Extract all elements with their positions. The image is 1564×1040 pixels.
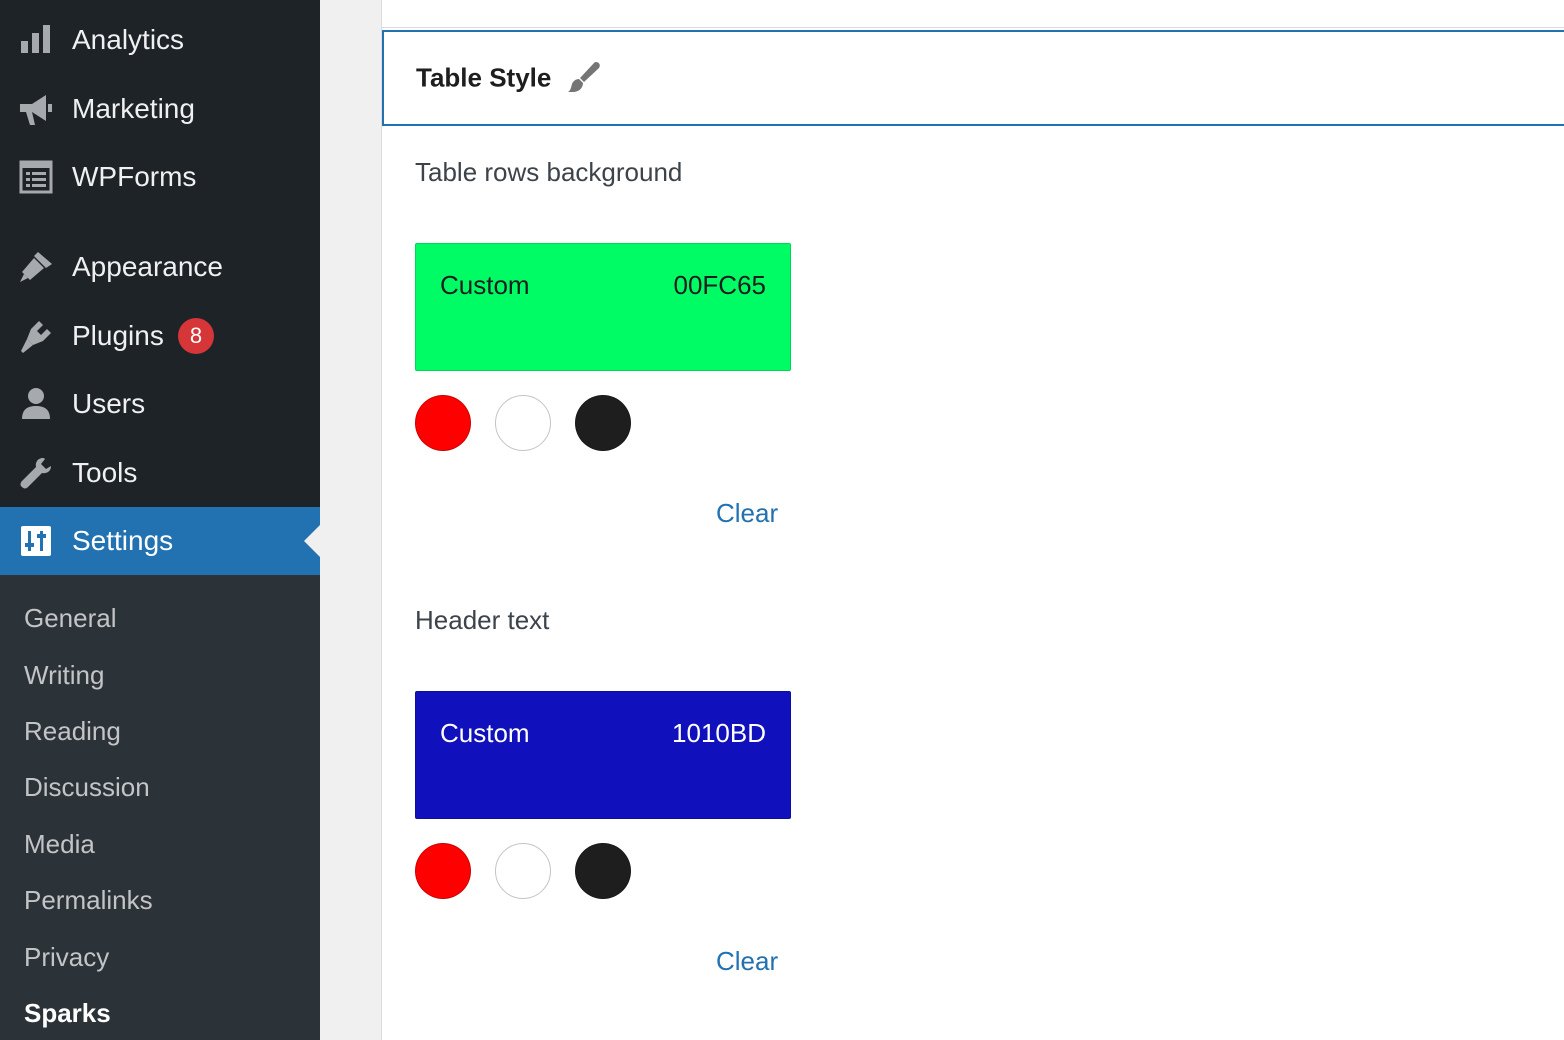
menu-label: Settings <box>72 525 174 556</box>
paintbrush-icon <box>18 249 54 285</box>
bar-chart-icon <box>18 22 54 58</box>
clear-rows-background-button[interactable]: Clear <box>716 498 778 529</box>
menu-label: Plugins <box>72 320 164 351</box>
header-text-label: Header text <box>415 605 550 635</box>
swatch-hex-value: 00FC65 <box>673 270 767 300</box>
swatch-name: Custom <box>440 718 530 748</box>
settings-panel: Table Style Table rows background Custom… <box>381 0 1564 1040</box>
menu-item-tools[interactable]: Tools <box>0 439 320 507</box>
active-indicator <box>304 525 320 557</box>
menu-label: Tools <box>72 457 138 488</box>
menu-label: WPForms <box>72 161 197 192</box>
header-text-color-swatch[interactable]: Custom 1010BD <box>415 691 791 819</box>
menu-label: Users <box>72 388 146 419</box>
menu-item-plugins[interactable]: Plugins 8 <box>0 302 320 370</box>
rows-background-color-swatch[interactable]: Custom 00FC65 <box>415 243 791 371</box>
user-icon <box>18 386 54 422</box>
submenu-permalinks[interactable]: Permalinks <box>24 887 153 913</box>
preset-color-white[interactable] <box>495 395 551 451</box>
panel-top-section <box>382 0 1564 28</box>
swatch-hex-value: 1010BD <box>672 718 766 748</box>
update-count-badge: 8 <box>178 318 214 354</box>
submenu-sparks[interactable]: Sparks <box>24 1000 111 1026</box>
submenu-privacy[interactable]: Privacy <box>24 944 109 970</box>
menu-label: Marketing <box>72 93 195 124</box>
menu-item-analytics[interactable]: Analytics <box>0 6 320 74</box>
menu-item-wpforms[interactable]: WPForms <box>0 143 320 211</box>
plug-icon <box>18 318 54 354</box>
wrench-icon <box>18 455 54 491</box>
submenu-discussion[interactable]: Discussion <box>24 774 150 800</box>
menu-item-marketing[interactable]: Marketing <box>0 75 320 143</box>
brush-icon <box>566 60 602 96</box>
submenu-general[interactable]: General <box>24 605 117 631</box>
menu-label: Analytics <box>72 24 185 55</box>
preset-color-red[interactable] <box>415 843 471 899</box>
form-icon <box>18 159 54 195</box>
submenu-reading[interactable]: Reading <box>24 718 121 744</box>
settings-submenu: General Writing Reading Discussion Media… <box>0 575 320 1040</box>
menu-item-settings[interactable]: Settings <box>0 507 320 575</box>
preset-color-black[interactable] <box>575 843 631 899</box>
settings-icon <box>18 523 54 559</box>
preset-color-black[interactable] <box>575 395 631 451</box>
submenu-media[interactable]: Media <box>24 831 95 857</box>
menu-item-appearance[interactable]: Appearance <box>0 233 320 301</box>
submenu-writing[interactable]: Writing <box>24 662 104 688</box>
admin-sidebar: Analytics Marketing WPForms Appearance P… <box>0 0 320 1040</box>
clear-header-text-button[interactable]: Clear <box>716 946 778 977</box>
swatch-name: Custom <box>440 270 530 300</box>
section-title: Table Style <box>416 62 552 93</box>
rows-background-label: Table rows background <box>415 157 683 187</box>
menu-item-users[interactable]: Users <box>0 370 320 438</box>
preset-color-red[interactable] <box>415 395 471 451</box>
table-style-section-toggle[interactable]: Table Style <box>382 30 1564 126</box>
megaphone-icon <box>18 91 54 127</box>
preset-color-white[interactable] <box>495 843 551 899</box>
menu-label: Appearance <box>72 251 224 282</box>
